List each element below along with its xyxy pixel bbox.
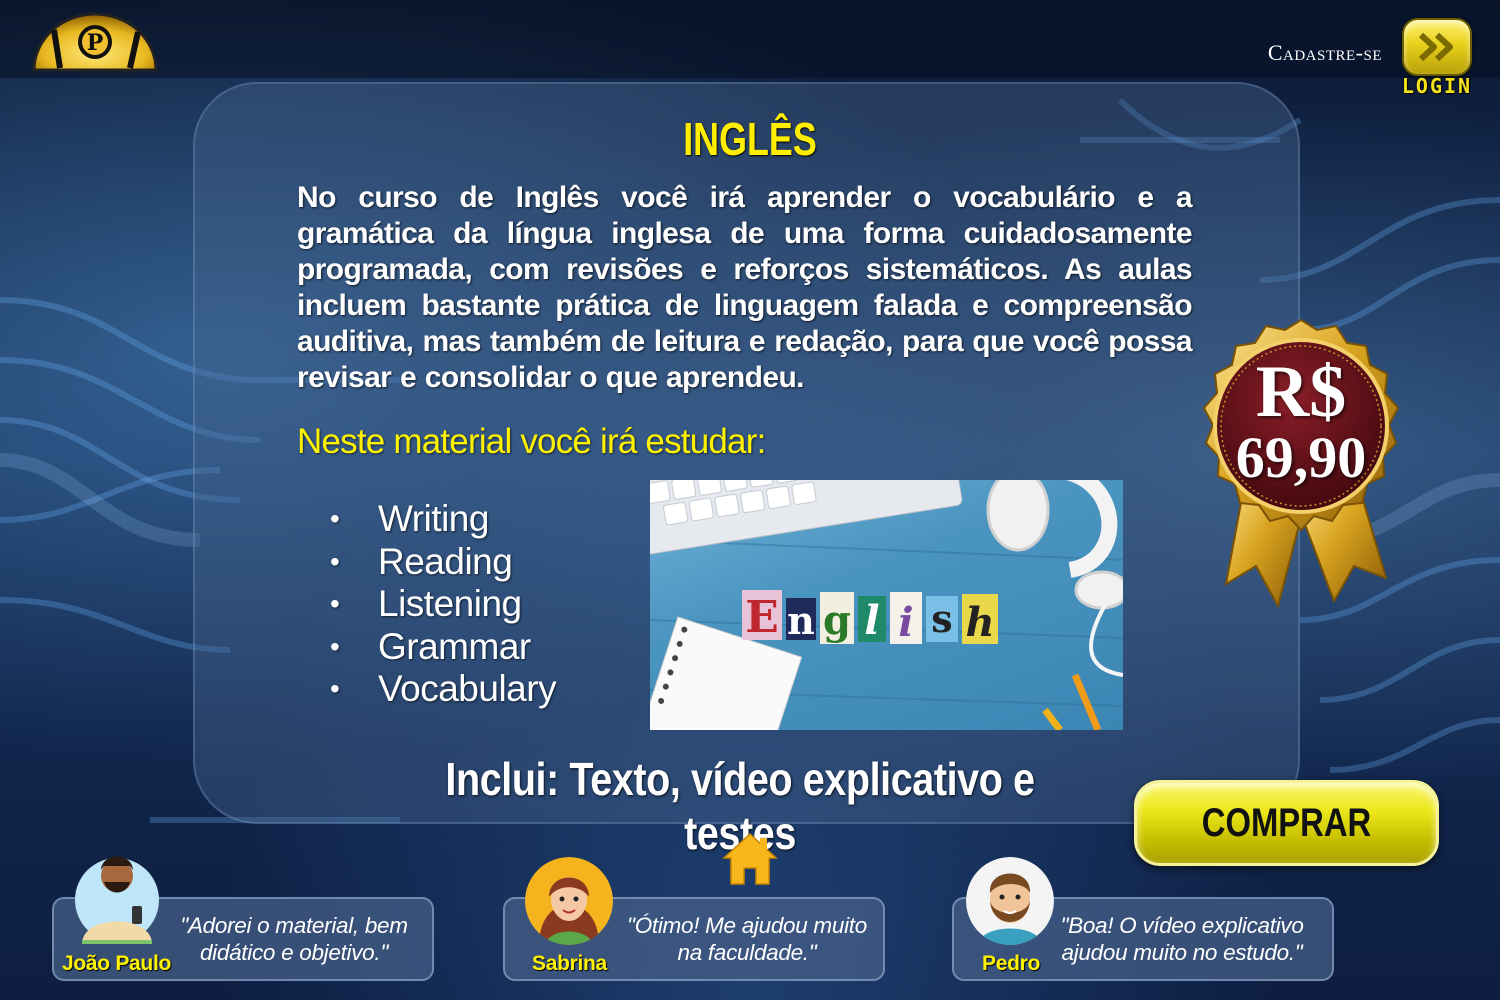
topic-label: Listening [378, 583, 522, 624]
testimonial-name: Sabrina [532, 952, 607, 975]
logo-icon[interactable]: P [30, 8, 160, 74]
svg-text:P: P [87, 30, 104, 56]
testimonial-name: João Paulo [62, 952, 172, 975]
avatar [75, 856, 159, 944]
course-title: INGLÊS [683, 113, 817, 165]
testimonial-quote: "Adorei o material, bem didático e objet… [180, 913, 408, 965]
english-course-image: E n g l i s h [650, 480, 1123, 730]
letter: g [823, 597, 851, 644]
bullet-icon: • [330, 673, 340, 704]
bullet-icon: • [330, 503, 340, 534]
list-item: • Reading [330, 541, 556, 584]
signup-link[interactable]: Cadastre-se [1268, 40, 1382, 66]
study-heading: Neste material você irá estudar: [297, 422, 766, 461]
list-item: • Grammar [330, 626, 556, 669]
testimonial-name: Pedro [982, 952, 1041, 975]
avatar [525, 857, 613, 945]
login-label: LOGIN [1401, 74, 1473, 98]
home-icon[interactable] [722, 832, 778, 886]
letter: i [898, 599, 913, 646]
list-item: • Listening [330, 583, 556, 626]
letter: h [965, 599, 994, 646]
buy-button[interactable]: COMPRAR [1134, 780, 1439, 866]
topic-label: Grammar [378, 625, 531, 667]
login-button[interactable]: LOGIN [1396, 18, 1478, 98]
buy-label: COMPRAR [1201, 801, 1372, 845]
letter: l [864, 597, 879, 644]
bullet-icon: • [330, 588, 340, 619]
list-item: • Writing [330, 498, 556, 541]
topic-label: Vocabulary [378, 668, 557, 709]
topic-label: Reading [378, 540, 513, 582]
bullet-icon: • [330, 630, 340, 662]
letter: E [745, 592, 779, 643]
letter: n [787, 598, 815, 643]
topics-list: • Writing • Reading • Listening • Grammar • V… [330, 498, 557, 711]
bullet-icon: • [330, 545, 340, 577]
course-description: No curso de Inglês você irá aprender o v… [297, 181, 1193, 394]
letter: s [931, 596, 952, 641]
price-currency: R$ [1255, 351, 1347, 433]
avatar [966, 857, 1054, 945]
testimonial-quote: "Boa! O vídeo explicativo ajudou muito n… [1060, 913, 1304, 965]
list-item: • Vocabulary [330, 668, 557, 711]
price-value: 69,90 [1235, 425, 1367, 490]
topic-label: Writing [378, 498, 489, 539]
double-chevron-right-icon [1402, 18, 1472, 76]
testimonial-quote: "Ótimo! Me ajudou muito na faculdade." [627, 913, 867, 965]
top-bar [0, 0, 1500, 78]
